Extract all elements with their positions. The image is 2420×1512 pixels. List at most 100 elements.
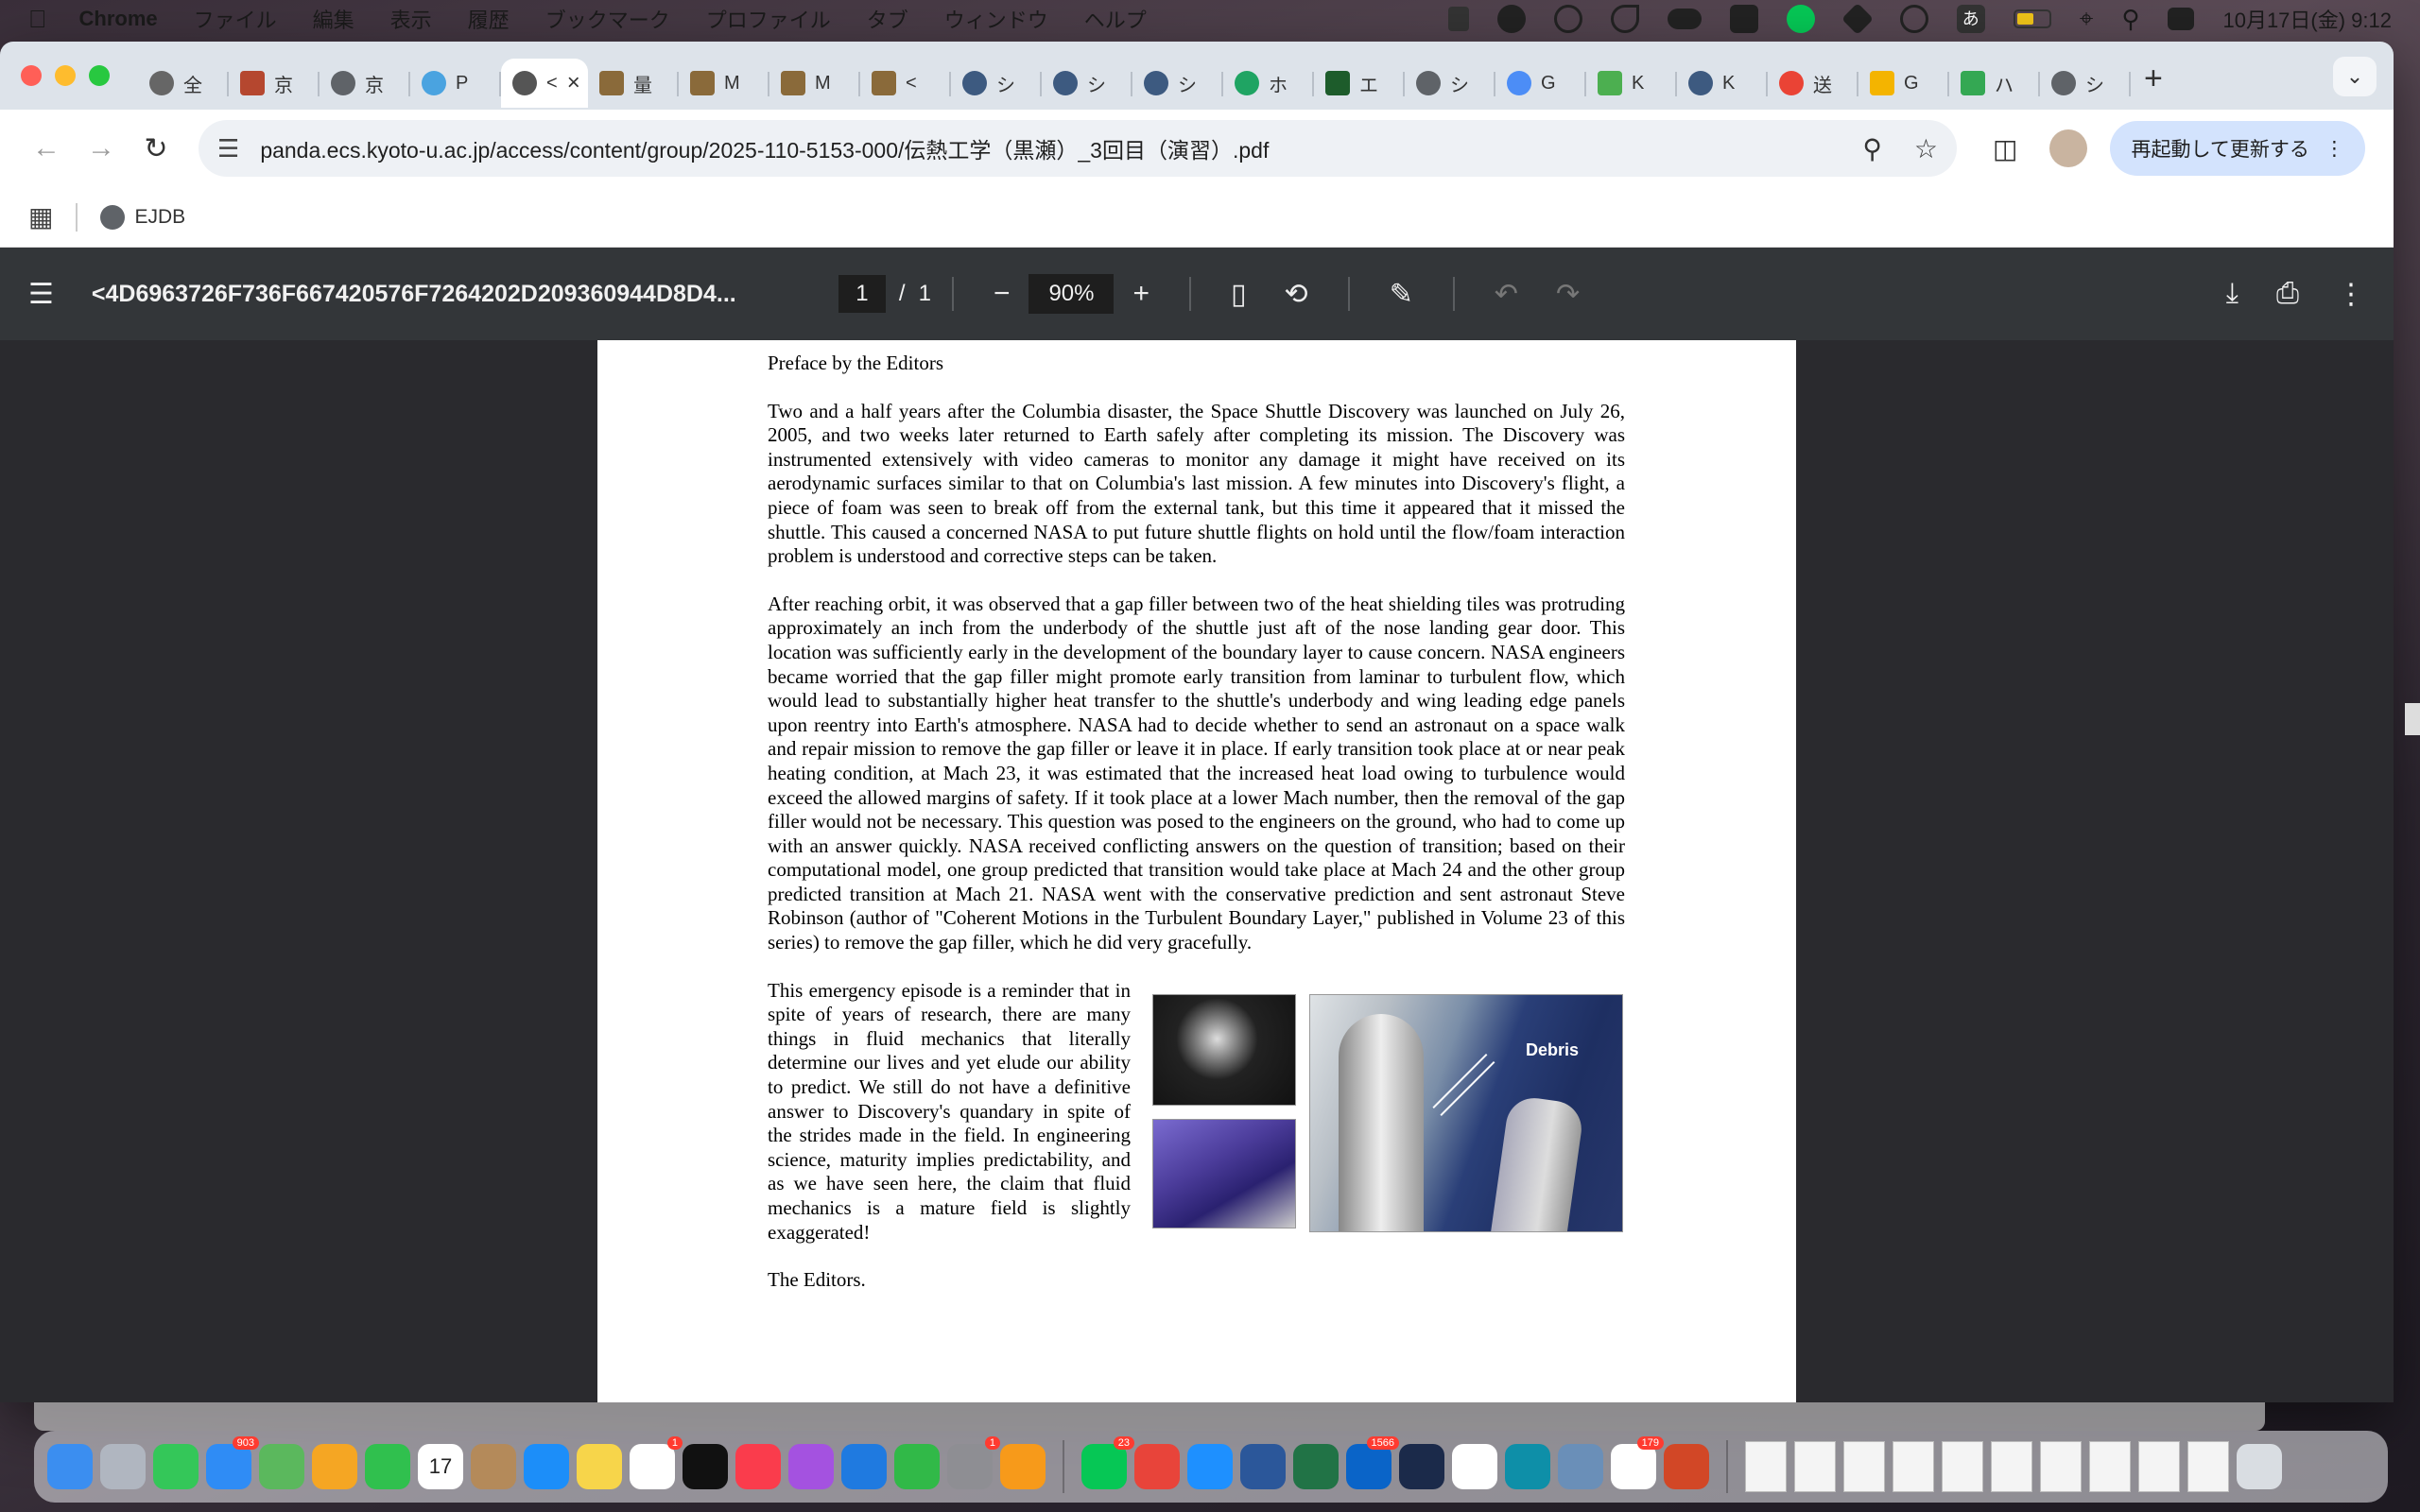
tab-14[interactable]: シ: [1405, 59, 1495, 108]
recent-document-thumbnail[interactable]: [1942, 1441, 1983, 1492]
tab-10[interactable]: シ: [1042, 59, 1132, 108]
tab-12[interactable]: ホ: [1223, 59, 1314, 108]
messages-icon[interactable]: [153, 1444, 199, 1489]
reload-button[interactable]: ↻: [129, 132, 183, 165]
menu-edit[interactable]: 編集: [313, 4, 354, 34]
menu-help[interactable]: ヘルプ: [1084, 4, 1147, 34]
menu-view[interactable]: 表示: [390, 4, 432, 34]
page-number-input[interactable]: 1: [838, 275, 886, 313]
zoom-out-button[interactable]: −: [994, 278, 1011, 310]
line-icon[interactable]: [1786, 5, 1815, 33]
annotate-button[interactable]: ✎: [1390, 278, 1413, 311]
slack-icon[interactable]: 179: [1611, 1436, 1664, 1489]
tab-20[interactable]: ハ: [1949, 59, 2040, 108]
back-button[interactable]: ←: [19, 132, 74, 164]
close-window-button[interactable]: [21, 65, 42, 86]
battery-icon[interactable]: [2013, 9, 2051, 28]
rocket-icon[interactable]: [1610, 5, 1639, 33]
recent-document-thumbnail[interactable]: [2040, 1441, 2082, 1492]
new-tab-button[interactable]: +: [2144, 60, 2163, 97]
mail-icon[interactable]: 903: [206, 1436, 259, 1489]
chatgpt-icon[interactable]: [1452, 1444, 1497, 1489]
recent-document-thumbnail[interactable]: [1843, 1441, 1885, 1492]
outlook-icon[interactable]: 1566: [1346, 1436, 1399, 1489]
office-icon[interactable]: [1729, 5, 1758, 33]
facetime-icon[interactable]: [365, 1444, 410, 1489]
numbers-icon[interactable]: [894, 1444, 940, 1489]
menu-tab[interactable]: タブ: [867, 4, 908, 34]
notes-icon[interactable]: [577, 1444, 622, 1489]
tv-icon[interactable]: [683, 1444, 728, 1489]
pdf-viewport[interactable]: Preface by the Editors Two and a half ye…: [0, 340, 2394, 1402]
launchpad-icon[interactable]: [100, 1444, 146, 1489]
app-store-icon[interactable]: [524, 1444, 569, 1489]
tab-17[interactable]: K: [1677, 59, 1768, 108]
recent-document-thumbnail[interactable]: [1745, 1441, 1787, 1492]
extensions-icon[interactable]: ◫: [1993, 133, 2017, 164]
tab-11[interactable]: シ: [1132, 59, 1223, 108]
menu-history[interactable]: 履歴: [468, 4, 510, 34]
music-icon[interactable]: [735, 1444, 781, 1489]
download-button[interactable]: ⤓: [2226, 278, 2238, 310]
trash-icon[interactable]: [2237, 1444, 2282, 1489]
word-icon[interactable]: [1240, 1444, 1286, 1489]
contacts-icon[interactable]: [471, 1444, 516, 1489]
chrome-icon[interactable]: [1134, 1444, 1180, 1489]
control-center-icon[interactable]: [2168, 8, 2195, 30]
tab-16[interactable]: K: [1586, 59, 1677, 108]
tab-5[interactable]: 量: [588, 59, 679, 108]
address-bar[interactable]: ☰ panda.ecs.kyoto-u.ac.jp/access/content…: [199, 120, 1957, 177]
undo-button[interactable]: ↶: [1495, 278, 1518, 311]
tab-search-button[interactable]: ⌄: [2333, 57, 2377, 96]
tab-9[interactable]: シ: [951, 59, 1042, 108]
calendar-icon[interactable]: 17: [418, 1444, 463, 1489]
tab-6[interactable]: M: [679, 59, 769, 108]
menu-file[interactable]: ファイル: [194, 4, 277, 34]
forward-button[interactable]: →: [74, 132, 129, 164]
url-text[interactable]: panda.ecs.kyoto-u.ac.jp/access/content/g…: [260, 132, 1830, 164]
maximize-window-button[interactable]: [89, 65, 110, 86]
dev-icon[interactable]: [1841, 3, 1874, 35]
line-icon[interactable]: 23: [1081, 1436, 1134, 1489]
menu-profiles[interactable]: プロファイル: [706, 4, 831, 34]
rotate-button[interactable]: ⟲: [1285, 278, 1308, 311]
finder-icon[interactable]: [47, 1444, 93, 1489]
clock[interactable]: 10月17日(金) 9:12: [2222, 4, 2392, 34]
menu-bookmarks[interactable]: ブックマーク: [545, 4, 670, 34]
site-info-icon[interactable]: ☰: [217, 134, 239, 163]
input-mode-icon[interactable]: あ: [1956, 5, 1985, 33]
zoom-in-button[interactable]: +: [1132, 278, 1150, 310]
recent-document-thumbnail[interactable]: [1991, 1441, 2032, 1492]
redo-button[interactable]: ↷: [1556, 278, 1580, 311]
keynote-icon[interactable]: [841, 1444, 887, 1489]
tab-19[interactable]: G: [1858, 59, 1949, 108]
zoom-level-input[interactable]: 90%: [1028, 274, 1115, 314]
wifi-icon[interactable]: ⌖: [2080, 4, 2094, 34]
tab-13[interactable]: エ: [1314, 59, 1405, 108]
chatgpt-icon[interactable]: [1553, 5, 1582, 33]
tab-18[interactable]: 送: [1768, 59, 1858, 108]
tab-0[interactable]: 全: [138, 59, 229, 108]
tab-1[interactable]: 京: [229, 59, 320, 108]
search-icon[interactable]: ⚲: [2121, 5, 2139, 34]
fit-page-button[interactable]: ▯: [1231, 278, 1247, 311]
recent-document-thumbnail[interactable]: [2138, 1441, 2180, 1492]
airdrop-icon[interactable]: [1447, 7, 1469, 31]
tab-3[interactable]: P: [410, 59, 501, 108]
bookmark-ejdb[interactable]: EJDB: [100, 204, 185, 230]
maps-icon[interactable]: [259, 1444, 304, 1489]
photos-icon[interactable]: [312, 1444, 357, 1489]
podcasts-icon[interactable]: [788, 1444, 834, 1489]
tab-2[interactable]: 京: [320, 59, 410, 108]
powerpoint-icon[interactable]: [1664, 1444, 1709, 1489]
adobe-icon[interactable]: [1496, 5, 1526, 33]
minimize-window-button[interactable]: [55, 65, 76, 86]
preview-icon[interactable]: [1558, 1444, 1603, 1489]
recent-document-thumbnail[interactable]: [1893, 1441, 1934, 1492]
app-menu[interactable]: Chrome: [79, 7, 158, 31]
more-options-button[interactable]: ⋮: [2337, 278, 2365, 311]
menu-window[interactable]: ウィンドウ: [944, 4, 1048, 34]
recent-document-thumbnail[interactable]: [2187, 1441, 2229, 1492]
infinity-icon[interactable]: [1505, 1444, 1550, 1489]
play-icon[interactable]: [1899, 5, 1928, 33]
